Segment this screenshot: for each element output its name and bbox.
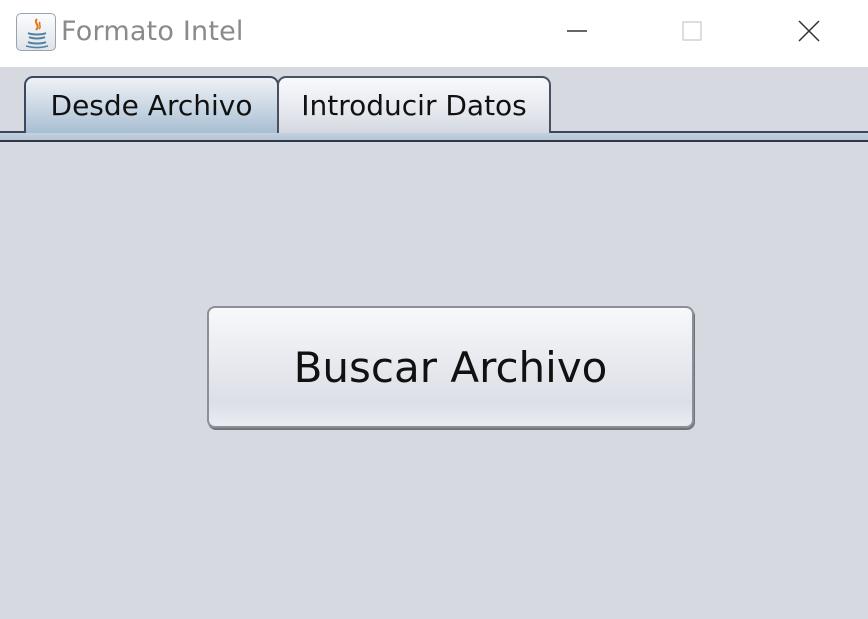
tab-content-panel: Buscar Archivo [0,142,868,619]
java-icon [16,13,56,51]
app-window: Formato Intel Desde Archivo Introducir D… [0,0,868,619]
search-file-button[interactable]: Buscar Archivo [207,306,694,428]
tab-introducir-datos[interactable]: Introducir Datos [277,76,551,133]
title-bar[interactable]: Formato Intel [0,0,868,67]
minimize-icon[interactable] [547,10,607,54]
window-title: Formato Intel [61,16,244,47]
tab-strip: Desde Archivo Introducir Datos [0,67,868,142]
tab-band [0,133,868,140]
tab-desde-archivo[interactable]: Desde Archivo [24,76,279,133]
close-icon[interactable] [779,10,839,54]
maximize-icon[interactable] [662,10,722,54]
